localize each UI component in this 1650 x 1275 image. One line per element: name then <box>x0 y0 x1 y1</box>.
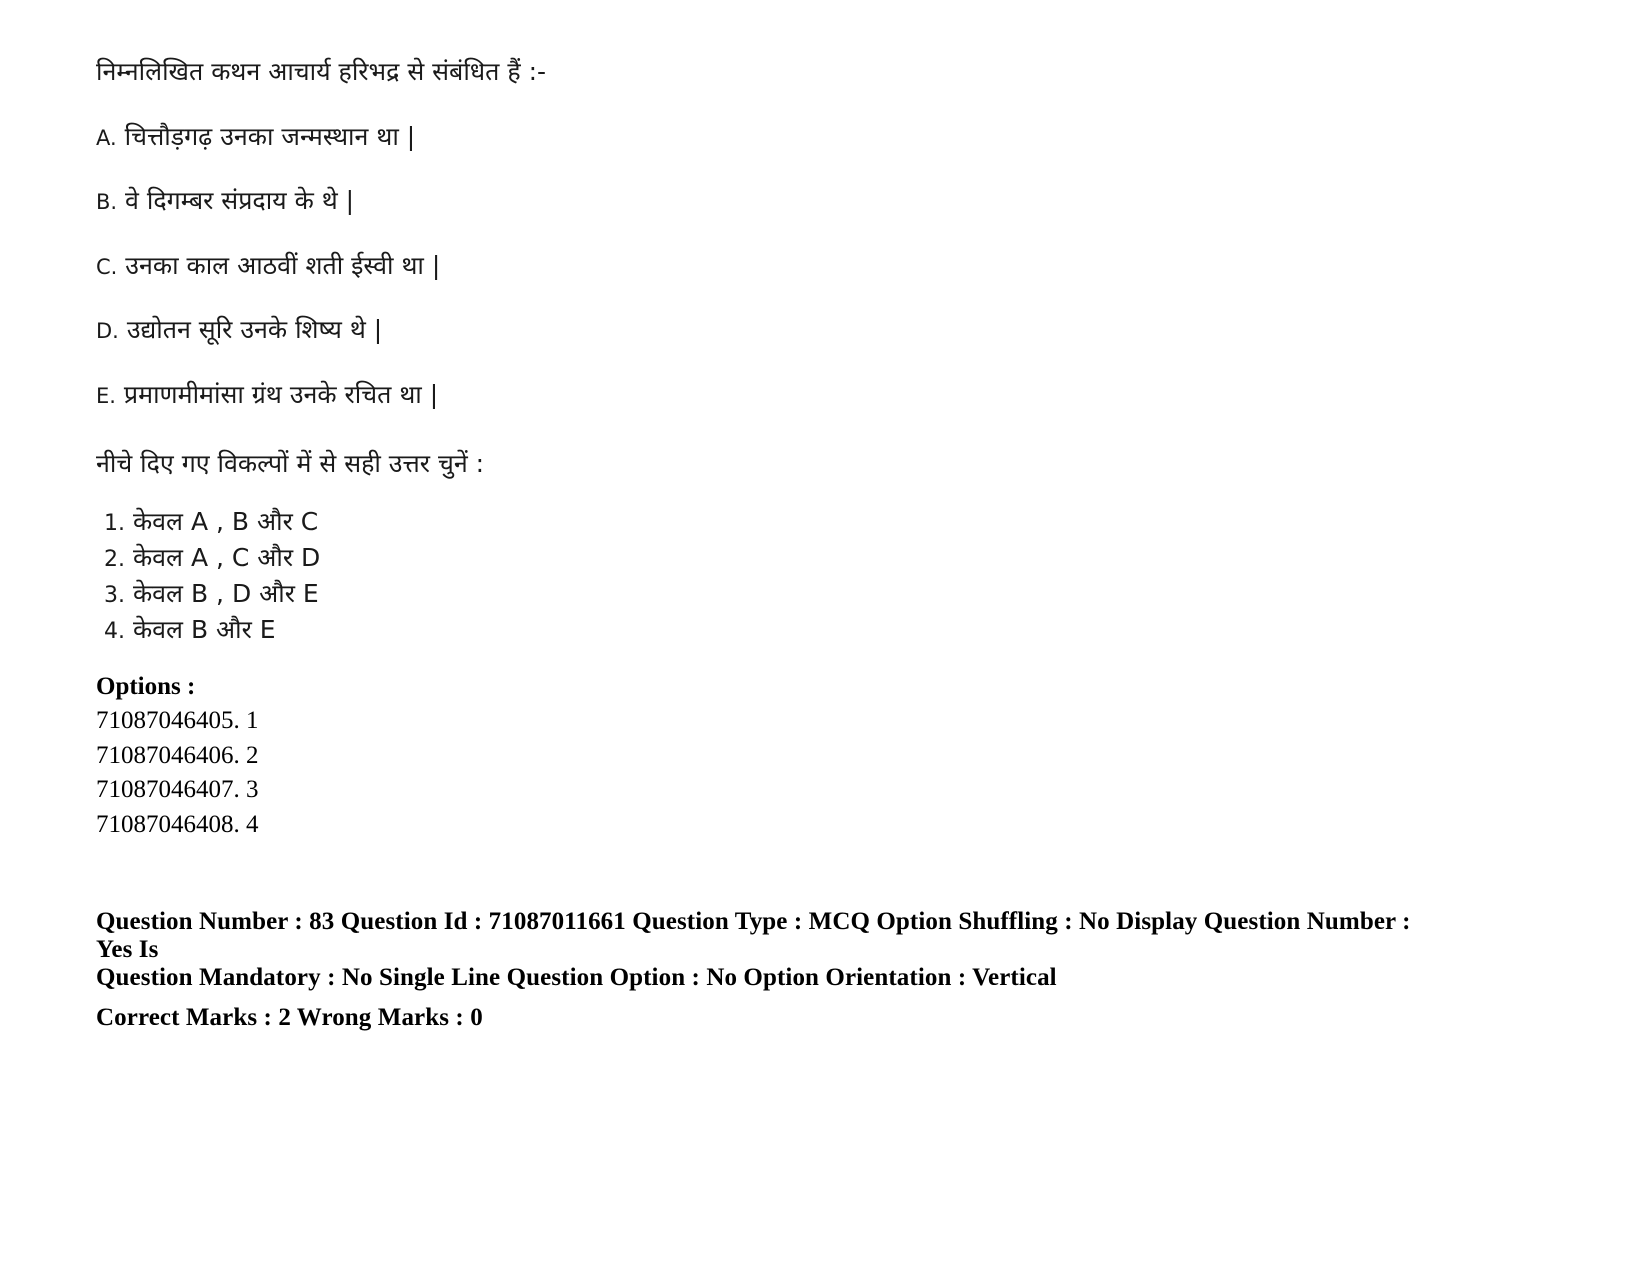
option-id-1: 71087046405. <box>96 707 240 734</box>
choose-answer-instruction: नीचे दिए गए विकल्पों में से सही उत्तर चु… <box>96 449 485 478</box>
option-id-3: 71087046407. <box>96 776 240 803</box>
statement-e: E. प्रमाणमीमांसा ग्रंथ उनके रचित था | <box>96 379 1516 411</box>
question-content: निम्नलिखित कथन आचार्य हरिभद्र से संबंधित… <box>96 48 1516 1032</box>
answer-choice-3-text: केवल B , D और E <box>132 578 319 608</box>
option-value-4: 4 <box>246 810 259 838</box>
answer-choice-1[interactable]: 1. केवल A , B और C <box>104 504 1516 540</box>
answer-choice-1-text: केवल A , B और C <box>132 506 319 536</box>
statement-c: C. उनका काल आठवीं शती ईस्वी था | <box>96 250 1516 282</box>
option-id-row: 71087046405. 1 <box>96 704 1516 739</box>
option-id-row: 71087046408. 4 <box>96 808 1516 843</box>
statement-d: D. उद्योतन सूरि उनके शिष्य थे | <box>96 314 1516 346</box>
option-value-3: 3 <box>246 776 259 803</box>
statement-b-label: B. <box>96 190 118 214</box>
option-id-row: 71087046407. 3 <box>96 773 1516 808</box>
question-page: निम्नलिखित कथन आचार्य हरिभद्र से संबंधित… <box>0 0 1650 1275</box>
statement-c-text: उनका काल आठवीं शती ईस्वी था | <box>125 250 441 280</box>
statement-d-text: उद्योतन सूरि उनके शिष्य थे | <box>126 315 383 344</box>
statement-e-label: E. <box>96 383 116 408</box>
statement-b: B. वे दिगम्बर संप्रदाय के थे | <box>96 185 1516 217</box>
answer-choice-4-number: 4. <box>104 618 125 644</box>
answer-choice-2-number: 2. <box>104 546 125 572</box>
option-id-row: 71087046406. 2 <box>96 739 1516 774</box>
statement-c-label: C. <box>96 254 118 279</box>
question-stem: निम्नलिखित कथन आचार्य हरिभद्र से संबंधित… <box>96 57 547 86</box>
answer-choice-1-number: 1. <box>104 510 125 536</box>
statement-d-label: D. <box>96 319 119 343</box>
answer-choice-4[interactable]: 4. केवल B और E <box>104 612 1516 648</box>
answer-choice-3-number: 3. <box>104 582 125 608</box>
answer-choice-4-text: केवल B और E <box>132 614 276 644</box>
answer-choice-list: 1. केवल A , B और C 2. केवल A , C और D 3.… <box>96 504 1516 648</box>
options-section: Options : 71087046405. 1 71087046406. 2 … <box>96 670 1516 843</box>
answer-choice-3[interactable]: 3. केवल B , D और E <box>104 576 1516 612</box>
option-value-2: 2 <box>246 741 259 769</box>
metadata-line-2: Question Mandatory : No Single Line Ques… <box>96 964 1057 991</box>
metadata-marks-line: Correct Marks : 2 Wrong Marks : 0 <box>96 1004 483 1031</box>
question-metadata: Question Number : 83 Question Id : 71087… <box>96 908 1426 1032</box>
statement-a-label: A. <box>96 125 117 150</box>
metadata-line-1: Question Number : 83 Question Id : 71087… <box>96 908 1411 963</box>
statement-b-text: वे दिगम्बर संप्रदाय के थे | <box>125 186 355 215</box>
option-id-2: 71087046406. <box>96 741 240 769</box>
statement-a: A. चित्तौड़गढ़ उनका जन्मस्थान था | <box>96 121 1516 153</box>
option-id-4: 71087046408. <box>96 810 240 838</box>
option-value-1: 1 <box>246 707 259 734</box>
answer-choice-2[interactable]: 2. केवल A , C और D <box>104 540 1516 576</box>
statement-e-text: प्रमाणमीमांसा ग्रंथ उनके रचित था | <box>123 379 439 409</box>
statement-a-text: चित्तौड़गढ़ उनका जन्मस्थान था | <box>124 121 416 151</box>
options-heading: Options : <box>96 672 196 700</box>
answer-choice-2-text: केवल A , C और D <box>132 542 321 572</box>
